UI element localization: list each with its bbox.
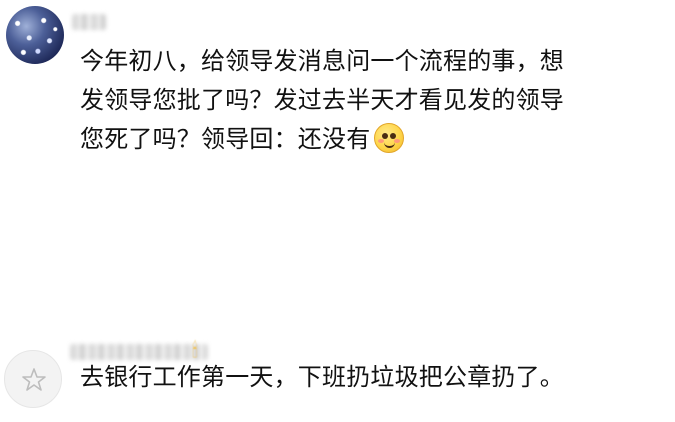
username-blurred[interactable] — [72, 14, 106, 30]
star-icon — [22, 368, 46, 391]
comment-item: 🕯 去银行工作第一天，下班扔垃圾把公章扔了。 — [0, 330, 675, 422]
comment-item: 今年初八，给领导发消息问一个流程的事，想 发领导您批了吗？发过去半天才看见发的领… — [0, 0, 675, 200]
comment-text-line: 发领导您批了吗？发过去半天才看见发的领导 — [80, 86, 564, 114]
smiling-face-emoji — [374, 123, 405, 153]
avatar[interactable] — [4, 350, 62, 408]
comment-text-line: 去银行工作第一天，下班扔垃圾把公章扔了。 — [80, 363, 564, 391]
comment-text: 今年初八，给领导发消息问一个流程的事，想 发领导您批了吗？发过去半天才看见发的领… — [80, 42, 564, 159]
comment-text: 去银行工作第一天，下班扔垃圾把公章扔了。 — [80, 358, 564, 397]
comment-text-line: 今年初八，给领导发消息问一个流程的事，想 — [80, 47, 564, 75]
comment-text-line: 您死了吗？领导回：还没有 — [80, 120, 564, 159]
avatar[interactable] — [6, 6, 64, 64]
